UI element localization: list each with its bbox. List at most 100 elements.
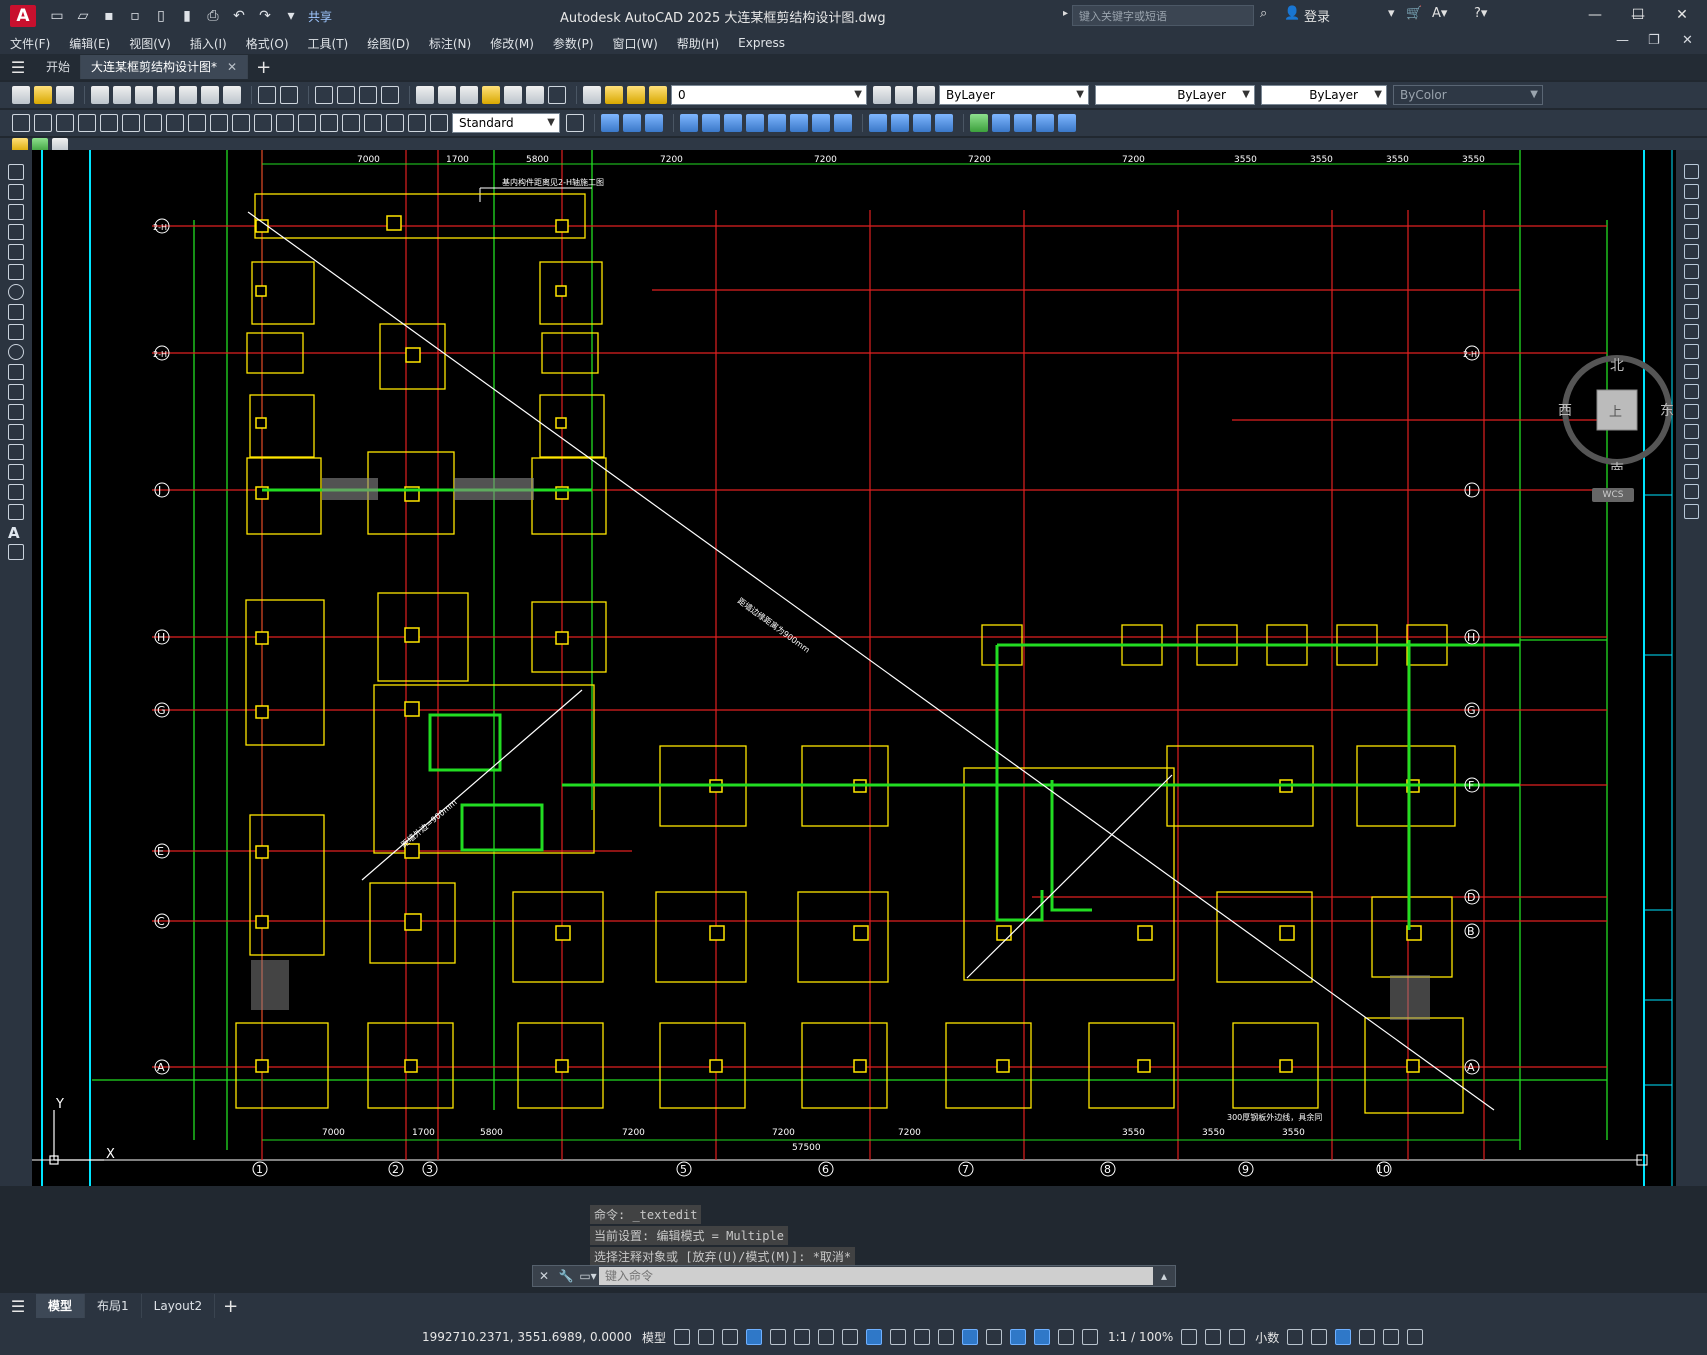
fillet-icon[interactable] <box>1684 464 1699 479</box>
ucs-2-icon[interactable] <box>702 114 720 132</box>
array-icon[interactable] <box>1684 244 1699 259</box>
save-icon[interactable]: ▪ <box>98 6 120 26</box>
make-current-layer-icon[interactable] <box>873 86 891 104</box>
ellipse-arc-icon[interactable] <box>8 364 24 380</box>
layout-menu-icon[interactable]: ☰ <box>0 1297 36 1316</box>
spline-icon[interactable] <box>8 324 24 340</box>
share-button[interactable]: 共享 <box>308 8 332 25</box>
ucs-4-icon[interactable] <box>746 114 764 132</box>
viewcube-north[interactable]: 北 <box>1610 358 1624 374</box>
ellipse-icon[interactable] <box>8 344 24 360</box>
open-icon[interactable]: ▱ <box>72 6 94 26</box>
layer-sun-icon[interactable] <box>627 86 645 104</box>
menu-insert[interactable]: 插入(I) <box>190 35 227 52</box>
help-icon[interactable]: ?▾ <box>1474 6 1487 21</box>
graphics-performance-icon[interactable] <box>1359 1329 1376 1345</box>
ucs-3-icon[interactable] <box>724 114 742 132</box>
publish-icon[interactable] <box>135 86 153 104</box>
ucs-8-icon[interactable] <box>834 114 852 132</box>
dynamic-ucs-icon[interactable] <box>985 1329 1002 1345</box>
copy-object-icon[interactable] <box>1684 184 1699 199</box>
tab-layout2[interactable]: Layout2 <box>142 1294 216 1318</box>
snap-toggle-icon[interactable] <box>697 1329 714 1345</box>
stretch-icon[interactable] <box>1684 324 1699 339</box>
search-expand-icon[interactable]: ▸ <box>1063 8 1068 19</box>
tab-layout1[interactable]: 布局1 <box>85 1294 142 1318</box>
linetype-dropdown[interactable]: ByLayer ▼ <box>1095 85 1255 105</box>
visual-style-3-icon[interactable] <box>913 114 931 132</box>
dim-jogged-icon[interactable] <box>122 114 140 132</box>
dim-break-icon[interactable] <box>276 114 294 132</box>
hatch-icon[interactable] <box>8 444 24 460</box>
paste-icon[interactable] <box>201 86 219 104</box>
blend-icon[interactable] <box>1684 484 1699 499</box>
ucs-5-icon[interactable] <box>768 114 786 132</box>
break-point-icon[interactable] <box>1684 384 1699 399</box>
open-drawing-icon[interactable] <box>34 86 52 104</box>
quick-dim-icon[interactable] <box>188 114 206 132</box>
lock-ui-icon[interactable] <box>1311 1329 1328 1345</box>
join-icon[interactable] <box>1684 424 1699 439</box>
extend-icon[interactable] <box>1684 364 1699 379</box>
undo-tool-icon[interactable] <box>258 86 276 104</box>
quick-properties-icon[interactable] <box>1287 1329 1304 1345</box>
hamburger-menu-icon[interactable]: ☰ <box>0 58 36 77</box>
view-3d-2-icon[interactable] <box>623 114 641 132</box>
save-web-icon[interactable]: ▮ <box>176 6 198 26</box>
dynamic-input-icon[interactable] <box>745 1329 762 1345</box>
plot-preview-icon[interactable] <box>113 86 131 104</box>
dim-ordinate-icon[interactable] <box>78 114 96 132</box>
new-icon[interactable]: ▭ <box>46 6 68 26</box>
user-icon[interactable]: 👤 <box>1284 6 1300 21</box>
dim-arc-icon[interactable] <box>56 114 74 132</box>
menu-edit[interactable]: 编辑(E) <box>69 35 110 52</box>
circle-icon[interactable] <box>8 284 24 300</box>
dim-edit-icon[interactable] <box>386 114 404 132</box>
dim-radius-icon[interactable] <box>100 114 118 132</box>
visual-style-4-icon[interactable] <box>935 114 953 132</box>
add-layout-button[interactable]: + <box>223 1296 238 1317</box>
command-recent-icon[interactable]: ▭▾ <box>577 1269 599 1283</box>
menu-view[interactable]: 视图(V) <box>129 35 171 52</box>
ucs-6-icon[interactable] <box>790 114 808 132</box>
viewcube[interactable]: 上 北 南 东 西 WCS <box>1552 340 1676 502</box>
layer-previous-icon[interactable] <box>895 86 913 104</box>
3d-osnap-icon[interactable] <box>961 1329 978 1345</box>
render-3-icon[interactable] <box>1014 114 1032 132</box>
polar-tracking-icon[interactable] <box>793 1329 810 1345</box>
center-mark-icon[interactable] <box>320 114 338 132</box>
construction-line-icon[interactable] <box>8 184 24 200</box>
layer-properties-icon[interactable] <box>583 86 601 104</box>
auto-scale-icon[interactable] <box>1057 1329 1074 1345</box>
mirror-icon[interactable] <box>1684 204 1699 219</box>
scale-icon[interactable] <box>1684 304 1699 319</box>
tab-drawing[interactable]: 大连某框剪结构设计图* ✕ <box>81 55 249 79</box>
dim-space-icon[interactable] <box>254 114 272 132</box>
object-snap-tracking-icon[interactable] <box>841 1329 858 1345</box>
make-block-icon[interactable] <box>8 404 24 420</box>
chamfer-icon[interactable] <box>1684 444 1699 459</box>
save-as-icon[interactable]: ▫ <box>124 6 146 26</box>
gradient-icon[interactable] <box>8 464 24 480</box>
ucs-7-icon[interactable] <box>812 114 830 132</box>
autocad-logo-button[interactable]: A <box>10 5 36 27</box>
cut-icon[interactable] <box>157 86 175 104</box>
window-maximize-button[interactable]: ☐ <box>1618 3 1658 27</box>
erase-icon[interactable] <box>1684 164 1699 179</box>
annotation-scale-icon[interactable] <box>1081 1329 1098 1345</box>
annotation-visibility-icon[interactable] <box>1033 1329 1050 1345</box>
plot-icon[interactable]: ⎙ <box>202 6 224 26</box>
model-space-button[interactable]: 模型 <box>642 1329 666 1346</box>
selection-filter-icon[interactable] <box>1009 1329 1026 1345</box>
isolate-objects-icon[interactable] <box>1335 1329 1352 1345</box>
units-value[interactable]: 小数 <box>1255 1329 1279 1346</box>
viewcube-south[interactable]: 南 <box>1610 462 1624 478</box>
offset-icon[interactable] <box>1684 224 1699 239</box>
command-expand-icon[interactable]: ▴ <box>1153 1269 1175 1283</box>
menu-draw[interactable]: 绘图(D) <box>367 35 410 52</box>
redo-icon[interactable]: ↷ <box>254 6 276 26</box>
layer-lock-icon[interactable] <box>649 86 667 104</box>
add-selected-icon[interactable] <box>8 544 24 560</box>
menu-file[interactable]: 文件(F) <box>10 35 50 52</box>
menu-express[interactable]: Express <box>738 36 785 50</box>
